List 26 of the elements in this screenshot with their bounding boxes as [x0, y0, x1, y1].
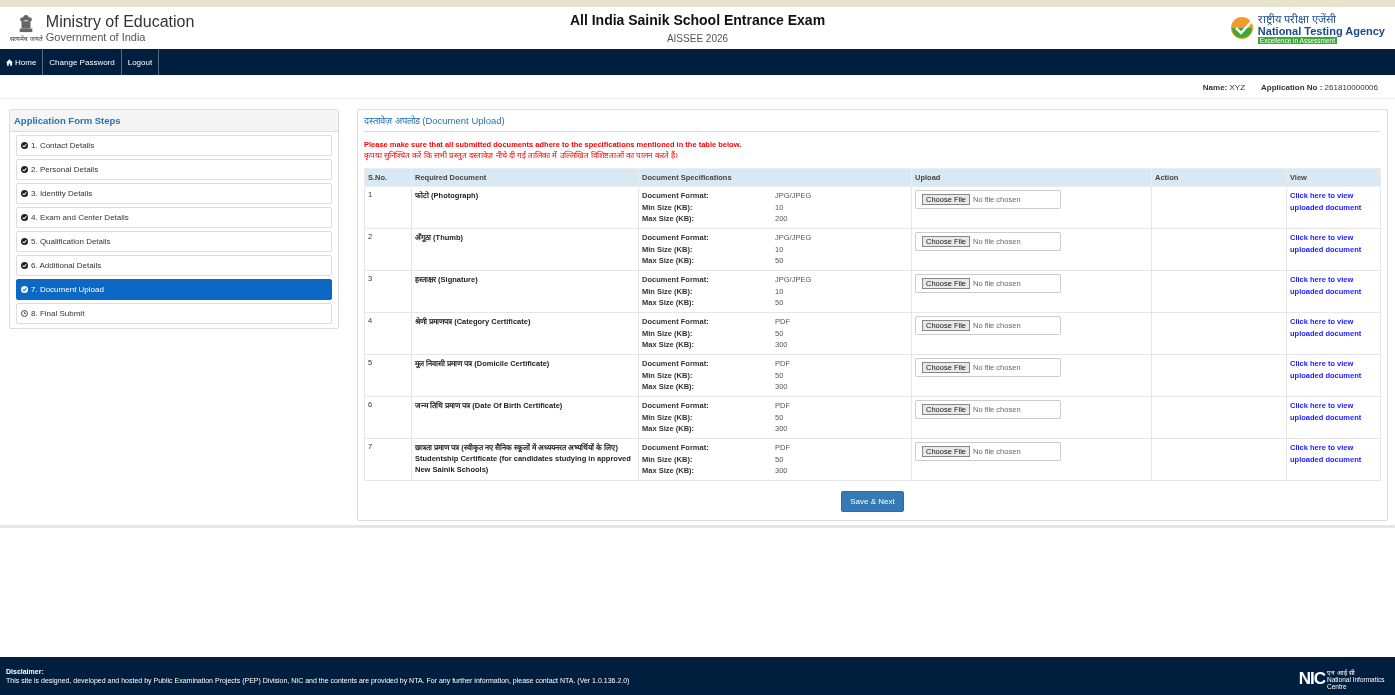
agency-name: National Testing Agency — [1257, 24, 1385, 37]
step-item[interactable]: 5. Qualification Details — [16, 231, 332, 252]
ministry-title: Ministry of Education — [45, 13, 195, 31]
exam-code: AISSEE 2026 — [666, 33, 729, 44]
step-item[interactable]: 6. Additional Details — [16, 255, 332, 276]
home-icon — [6, 58, 13, 66]
step-item[interactable]: 1. Contact Details — [16, 135, 332, 156]
nav-link[interactable]: Home — [0, 49, 44, 75]
application-number: Application No : 261810000006 — [1261, 83, 1378, 94]
agency-hindi-name: राष्ट्रीय परीक्षा एजेंसी — [1257, 12, 1337, 25]
step-item[interactable]: 8. Final Submit — [16, 303, 332, 324]
step-item[interactable]: 7. Document Upload — [16, 279, 332, 300]
save-next-button[interactable]: Save & Next — [841, 491, 904, 512]
nav-link[interactable]: Change Password — [43, 49, 122, 75]
step-item[interactable]: 4. Exam and Center Details — [16, 207, 332, 228]
steps-title: Application Form Steps — [10, 110, 338, 132]
step-item[interactable]: 3. Identity Details — [16, 183, 332, 204]
government-subtitle: Government of India — [45, 31, 147, 43]
candidate-name: Name: XYZ — [1202, 83, 1246, 94]
nav-link[interactable]: Logout — [121, 49, 160, 75]
step-item[interactable]: 2. Personal Details — [16, 159, 332, 180]
panel-title: दस्तावेज़ अपलोड (Document Upload) — [364, 114, 1381, 132]
notice-text: कृपया सुनिश्चित करें कि सभी प्रस्तुत दस्तावेज़ नीचे दी गई तालिका में उल्लिखित विशिष्टताओं का पालन करते हैं। — [364, 149, 679, 160]
exam-title: All India Sainik School Entrance Exam — [569, 12, 826, 28]
check-circle-icon — [1229, 16, 1254, 40]
nic-logo-text: NIC — [1298, 671, 1325, 687]
